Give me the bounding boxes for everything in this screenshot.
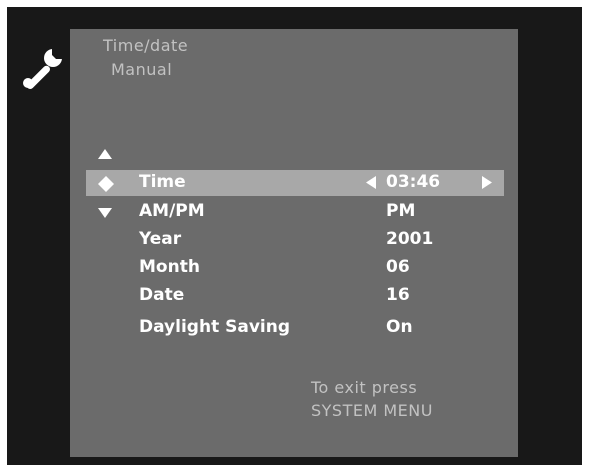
menu-item-label: Month [139,257,200,277]
page-subtitle: Manual [111,60,173,79]
menu-item-time[interactable]: Time 03:46 [86,170,504,196]
menu-item-date[interactable]: Date 16 [86,283,504,309]
diamond-icon [98,176,114,192]
menu-item-label: Date [139,285,185,305]
wrench-icon [23,49,62,89]
menu-item-label: Time [139,172,186,192]
page-title: Time/date [103,36,189,55]
exit-hint-line1: To exit press [311,378,418,397]
menu-item-value: 2001 [386,229,434,249]
menu-item-year[interactable]: Year 2001 [86,227,504,253]
triangle-up-icon[interactable] [97,148,113,160]
menu-item-value: 06 [386,257,410,277]
exit-hint-line2: SYSTEM MENU [311,401,433,420]
menu-item-value: 16 [386,285,410,305]
menu-item-value: PM [386,201,416,221]
menu-item-label: Daylight Saving [139,317,291,337]
menu-item-label: Year [139,229,182,249]
triangle-left-icon[interactable] [366,176,376,189]
menu-item-label: AM/PM [139,201,205,221]
menu-item-value: 03:46 [386,172,441,192]
menu-item-month[interactable]: Month 06 [86,255,504,281]
menu-item-value: On [386,317,413,337]
menu-item-daylight-saving[interactable]: Daylight Saving On [86,315,504,341]
triangle-right-icon[interactable] [482,176,492,189]
menu-item-am-pm[interactable]: AM/PM PM [86,199,504,225]
